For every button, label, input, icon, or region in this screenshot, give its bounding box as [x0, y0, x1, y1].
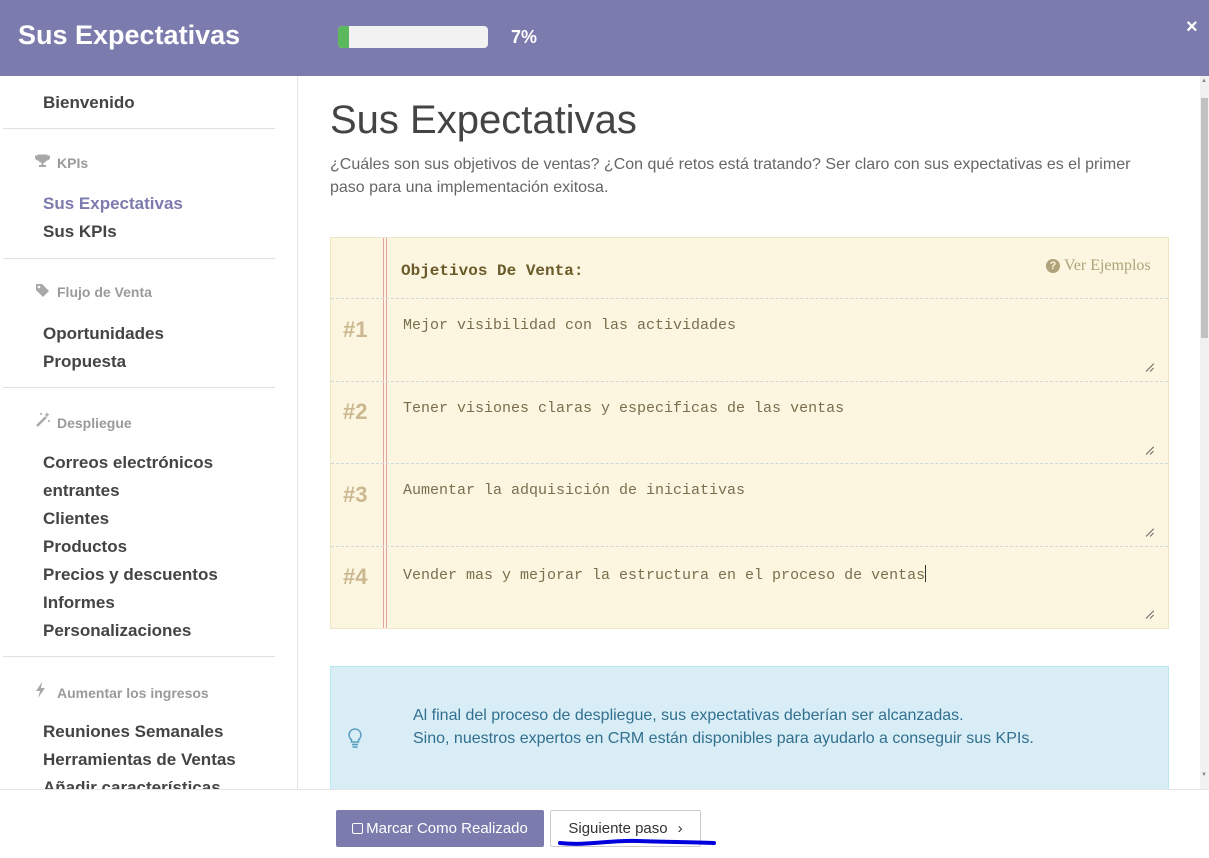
- info-line-1: Al final del proceso de despliegue, sus …: [413, 707, 964, 724]
- mark-done-button[interactable]: Marcar Como Realizado: [336, 810, 544, 847]
- sidebar-category-label: KPIs: [57, 155, 89, 171]
- ver-ejemplos-label: Ver Ejemplos: [1064, 257, 1151, 274]
- objective-field-4[interactable]: Vender mas y mejorar la estructura en el…: [403, 565, 927, 584]
- objective-field-2[interactable]: Tener visiones claras y especificas de l…: [403, 400, 844, 417]
- sidebar-category-despliegue: Despliegue: [35, 412, 132, 431]
- sidebar-item-precios[interactable]: Precios y descuentos: [43, 565, 218, 585]
- scroll-thumb[interactable]: [1201, 98, 1208, 338]
- sidebar: Bienvenido KPIs Sus Expectativas Sus KPI…: [0, 76, 298, 789]
- row-divider: [331, 298, 1168, 299]
- header-bar: Sus Expectativas 7% ×: [0, 0, 1209, 76]
- intro-text: ¿Cuáles son sus objetivos de ventas? ¿Co…: [330, 156, 1131, 196]
- row-divider: [331, 381, 1168, 382]
- trophy-icon: [35, 154, 57, 171]
- main-scrollbar[interactable]: ▲ ▼: [1200, 76, 1209, 789]
- sidebar-category-label: Despliegue: [57, 415, 132, 431]
- close-icon[interactable]: ×: [1186, 16, 1198, 39]
- checkbox-square-icon: [352, 823, 364, 834]
- sidebar-item-clientes[interactable]: Clientes: [43, 509, 109, 529]
- resize-grip-icon[interactable]: [1145, 528, 1155, 538]
- sidebar-category-kpis: KPIs: [35, 154, 88, 171]
- row-divider: [331, 546, 1168, 547]
- sidebar-item-propuesta[interactable]: Propuesta: [43, 352, 126, 372]
- magic-wand-icon: [35, 412, 57, 431]
- main-content: Sus Expectativas ¿Cuáles son sus objetiv…: [330, 76, 1170, 789]
- progress-bar: [338, 26, 488, 48]
- annotation-underline: [558, 838, 716, 846]
- lightbulb-icon: [348, 728, 362, 748]
- sidebar-item-correos[interactable]: Correos electrónicos: [43, 453, 213, 473]
- objective-number: #1: [343, 317, 368, 342]
- bolt-icon: [35, 682, 57, 701]
- sidebar-item-personalizaciones[interactable]: Personalizaciones: [43, 621, 191, 641]
- sidebar-item-caracteristicas[interactable]: Añadir características: [43, 778, 221, 789]
- objective-number: #2: [343, 399, 368, 424]
- sidebar-item-bienvenido[interactable]: Bienvenido: [43, 93, 135, 113]
- sidebar-item-productos[interactable]: Productos: [43, 537, 127, 557]
- sidebar-divider: [3, 258, 275, 259]
- resize-grip-icon[interactable]: [1145, 610, 1155, 620]
- notebook-margin-line: [383, 238, 387, 628]
- info-callout: Al final del proceso de despliegue, sus …: [330, 666, 1169, 789]
- objective-field-3[interactable]: Aumentar la adquisición de iniciativas: [403, 482, 745, 499]
- mark-done-label: Marcar Como Realizado: [366, 820, 528, 837]
- sales-objectives-notebook: Objetivos De Venta: ? Ver Ejemplos #1 Mej…: [330, 237, 1169, 629]
- info-line-2: Sino, nuestros expertos en CRM están dis…: [413, 730, 1034, 747]
- sidebar-divider: [3, 387, 275, 388]
- sidebar-category-flujo: Flujo de Venta: [35, 283, 152, 300]
- sidebar-item-sus-expectativas[interactable]: Sus Expectativas: [43, 194, 183, 214]
- sidebar-item-reuniones[interactable]: Reuniones Semanales: [43, 722, 223, 742]
- sidebar-divider: [3, 128, 275, 129]
- notebook-title: Objetivos De Venta:: [401, 262, 584, 280]
- objective-text-4: Vender mas y mejorar la estructura en el…: [403, 567, 926, 584]
- page-title: Sus Expectativas: [330, 98, 637, 142]
- sidebar-item-correos-entrantes[interactable]: entrantes: [43, 481, 120, 501]
- sidebar-category-label: Aumentar los ingresos: [57, 685, 209, 701]
- info-message: Al final del proceso de despliegue, sus …: [413, 704, 1034, 750]
- sidebar-item-sus-kpis[interactable]: Sus KPIs: [43, 222, 117, 242]
- tag-icon: [35, 283, 57, 300]
- objective-field-1[interactable]: Mejor visibilidad con las actividades: [403, 317, 736, 334]
- objective-number: #4: [343, 564, 368, 589]
- ver-ejemplos-link[interactable]: ? Ver Ejemplos: [1046, 257, 1151, 275]
- sidebar-category-label: Flujo de Venta: [57, 284, 152, 300]
- text-cursor: [925, 565, 927, 582]
- progress-fill: [338, 26, 349, 48]
- sidebar-item-oportunidades[interactable]: Oportunidades: [43, 324, 164, 344]
- footer-bar: Marcar Como Realizado Siguiente paso ›: [0, 789, 1209, 858]
- header-title: Sus Expectativas: [18, 20, 241, 50]
- objective-number: #3: [343, 482, 368, 507]
- question-circle-icon: ?: [1046, 259, 1060, 273]
- sidebar-item-informes[interactable]: Informes: [43, 593, 115, 613]
- sidebar-divider: [3, 656, 275, 657]
- scroll-down-icon[interactable]: ▼: [1201, 772, 1207, 778]
- resize-grip-icon[interactable]: [1145, 446, 1155, 456]
- resize-grip-icon[interactable]: [1145, 363, 1155, 373]
- sidebar-category-ingresos: Aumentar los ingresos: [35, 682, 209, 701]
- scroll-up-icon[interactable]: ▲: [1201, 78, 1207, 84]
- row-divider: [331, 463, 1168, 464]
- progress-percent: 7%: [511, 27, 538, 47]
- sidebar-item-herramientas[interactable]: Herramientas de Ventas: [43, 750, 236, 770]
